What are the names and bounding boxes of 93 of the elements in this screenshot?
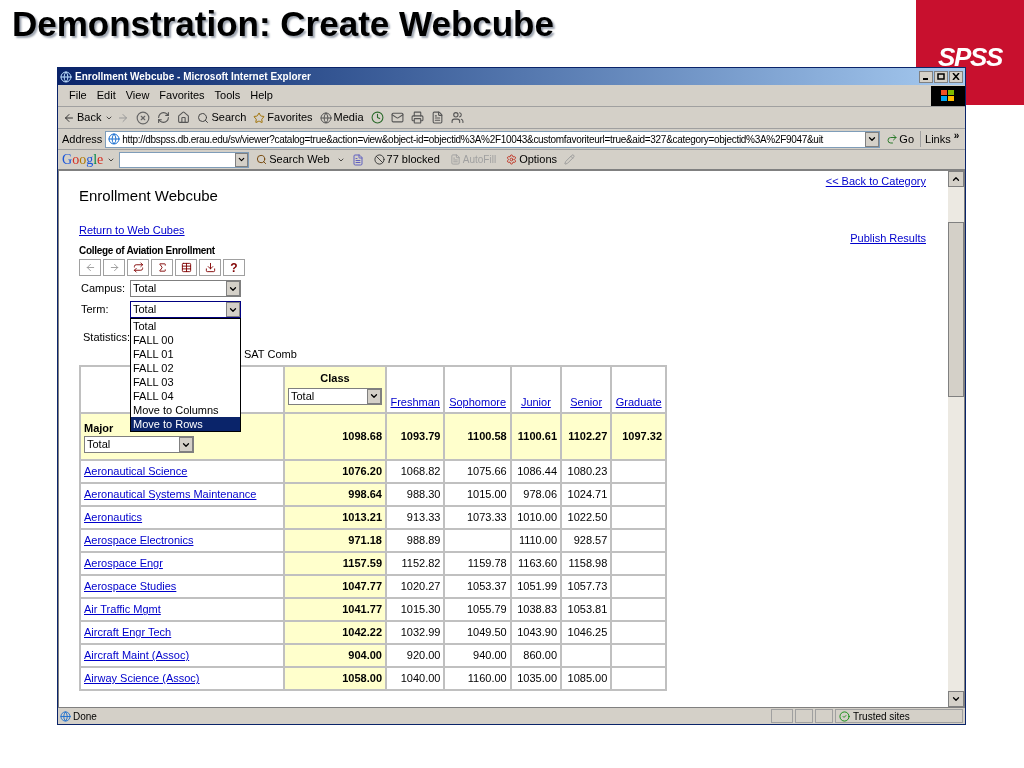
back-button[interactable]: Back [60,107,105,128]
security-zone: Trusted sites [853,709,910,724]
cube-title: College of Aviation Enrollment [79,244,216,258]
table-cell: 860.00 [510,644,561,667]
table-cell: 1068.82 [386,460,445,483]
menu-item[interactable]: View [120,87,155,104]
address-field[interactable]: http://dbspss.db.erau.edu/sv/viewer?catalog=true&action=view&object-id=objectid%3A%2F10043&customfavoriteurl=true&aid=327&category=objectid%3A%2F9047&uit [105,130,881,148]
search-web-button[interactable]: Search Web [253,149,333,170]
menu-item[interactable]: Edit [91,87,121,104]
dropdown-option[interactable]: FALL 00 [131,333,240,347]
help-button[interactable]: ? [223,259,245,276]
table-cell: 1015.00 [444,483,511,506]
table-cell: 988.30 [386,483,445,506]
total-cell: 1097.32 [611,413,666,460]
table-cell: 1158.98 [561,552,612,575]
table-cell: 1020.27 [386,575,445,598]
options-button[interactable]: Options [503,149,561,170]
links-button[interactable]: Links [920,130,951,148]
table-cell: 1110.00 [510,529,561,552]
window-title: Enrollment Webcube - Microsoft Internet Explorer [75,70,312,84]
dropdown-option[interactable]: FALL 02 [131,361,240,375]
table-cell: 940.00 [444,644,511,667]
menu-item[interactable]: Favorites [154,87,210,104]
table-cell: 1043.90 [510,621,561,644]
page-heading: Enrollment Webcube [79,186,218,206]
table-cell: 1051.99 [510,575,561,598]
total-cell: 1102.27 [561,413,612,460]
filter-label: Campus: [81,281,127,297]
google-logo[interactable]: Google [62,152,104,167]
dropdown-option[interactable]: Move to Rows [131,417,240,431]
total-cell: 1100.61 [510,413,561,460]
table-cell: 1163.60 [510,552,561,575]
column-header-link[interactable]: Senior [570,395,603,408]
menu-item[interactable]: Help [245,87,278,104]
major-link[interactable]: Aeronautics [84,511,143,524]
address-label: Address [62,131,103,147]
menu-item[interactable]: File [64,87,92,104]
table-cell: 1159.78 [444,552,511,575]
table-cell: 913.33 [386,506,445,529]
total-cell: 1100.58 [444,413,511,460]
table-cell: 1024.71 [561,483,612,506]
table-cell: 1085.00 [561,667,612,690]
more-links-icon[interactable]: » [953,131,960,141]
filter-select[interactable]: Total [130,280,241,297]
class-select[interactable]: Total [288,387,382,405]
filter-select[interactable]: Total [130,301,241,318]
table-cell: 1038.83 [510,598,561,621]
table-cell: 1053.81 [561,598,612,621]
media-button[interactable]: Media [316,107,367,128]
class-label: Class [320,371,350,386]
table-cell: 1073.33 [444,506,511,529]
statistics-label: Statistics: [83,330,131,345]
dropdown-option[interactable]: FALL 01 [131,347,240,361]
favorites-button[interactable]: Favorites [250,107,316,128]
dropdown-option[interactable]: FALL 04 [131,389,240,403]
dropdown-option[interactable]: Move to Columns [131,403,240,417]
table-cell: 920.00 [386,644,445,667]
back-to-category-link[interactable]: << Back to Category [825,173,926,190]
table-cell: 1152.82 [386,552,445,575]
table-cell: 1057.73 [561,575,612,598]
table-cell: 978.06 [510,483,561,506]
table-cell: 1053.37 [444,575,511,598]
table-cell: 1086.44 [510,460,561,483]
slide-title: Demonstration: Create Webcube [12,4,554,43]
row-dimension-label: Major [84,420,114,436]
total-cell: 1093.79 [386,413,445,460]
table-cell: 1055.79 [444,598,511,621]
dropdown-option[interactable]: FALL 03 [131,375,240,389]
column-header-link[interactable]: Junior [520,395,551,408]
table-cell: 1075.66 [444,460,511,483]
table-cell: 1040.00 [386,667,445,690]
status-text: Done [73,709,98,724]
table-cell: 1035.00 [510,667,561,690]
table-cell: 1022.50 [561,506,612,529]
search-button[interactable]: Search [194,107,250,128]
table-cell: 1049.50 [444,621,511,644]
menu-item[interactable]: Tools [209,87,246,104]
statistics-value: SAT Comb [244,346,297,362]
popup-blocker-button[interactable]: 77 blocked [370,149,443,170]
go-button[interactable]: Go [883,130,918,148]
table-cell: 988.89 [386,529,445,552]
table-cell: 1046.25 [561,621,612,644]
publish-results-link[interactable]: Publish Results [850,229,926,246]
table-cell: 928.57 [561,529,612,552]
table-cell: 1160.00 [444,667,511,690]
filter-label: Term: [81,302,110,318]
dropdown-option[interactable]: Total [131,319,240,333]
table-cell: 1015.30 [386,598,445,621]
table-cell: 1032.99 [386,621,445,644]
major-select[interactable]: Total [84,436,194,454]
return-link[interactable]: Return to Web Cubes [79,221,185,238]
table-cell: 1080.23 [561,460,612,483]
table-cell: 1010.00 [510,506,561,529]
